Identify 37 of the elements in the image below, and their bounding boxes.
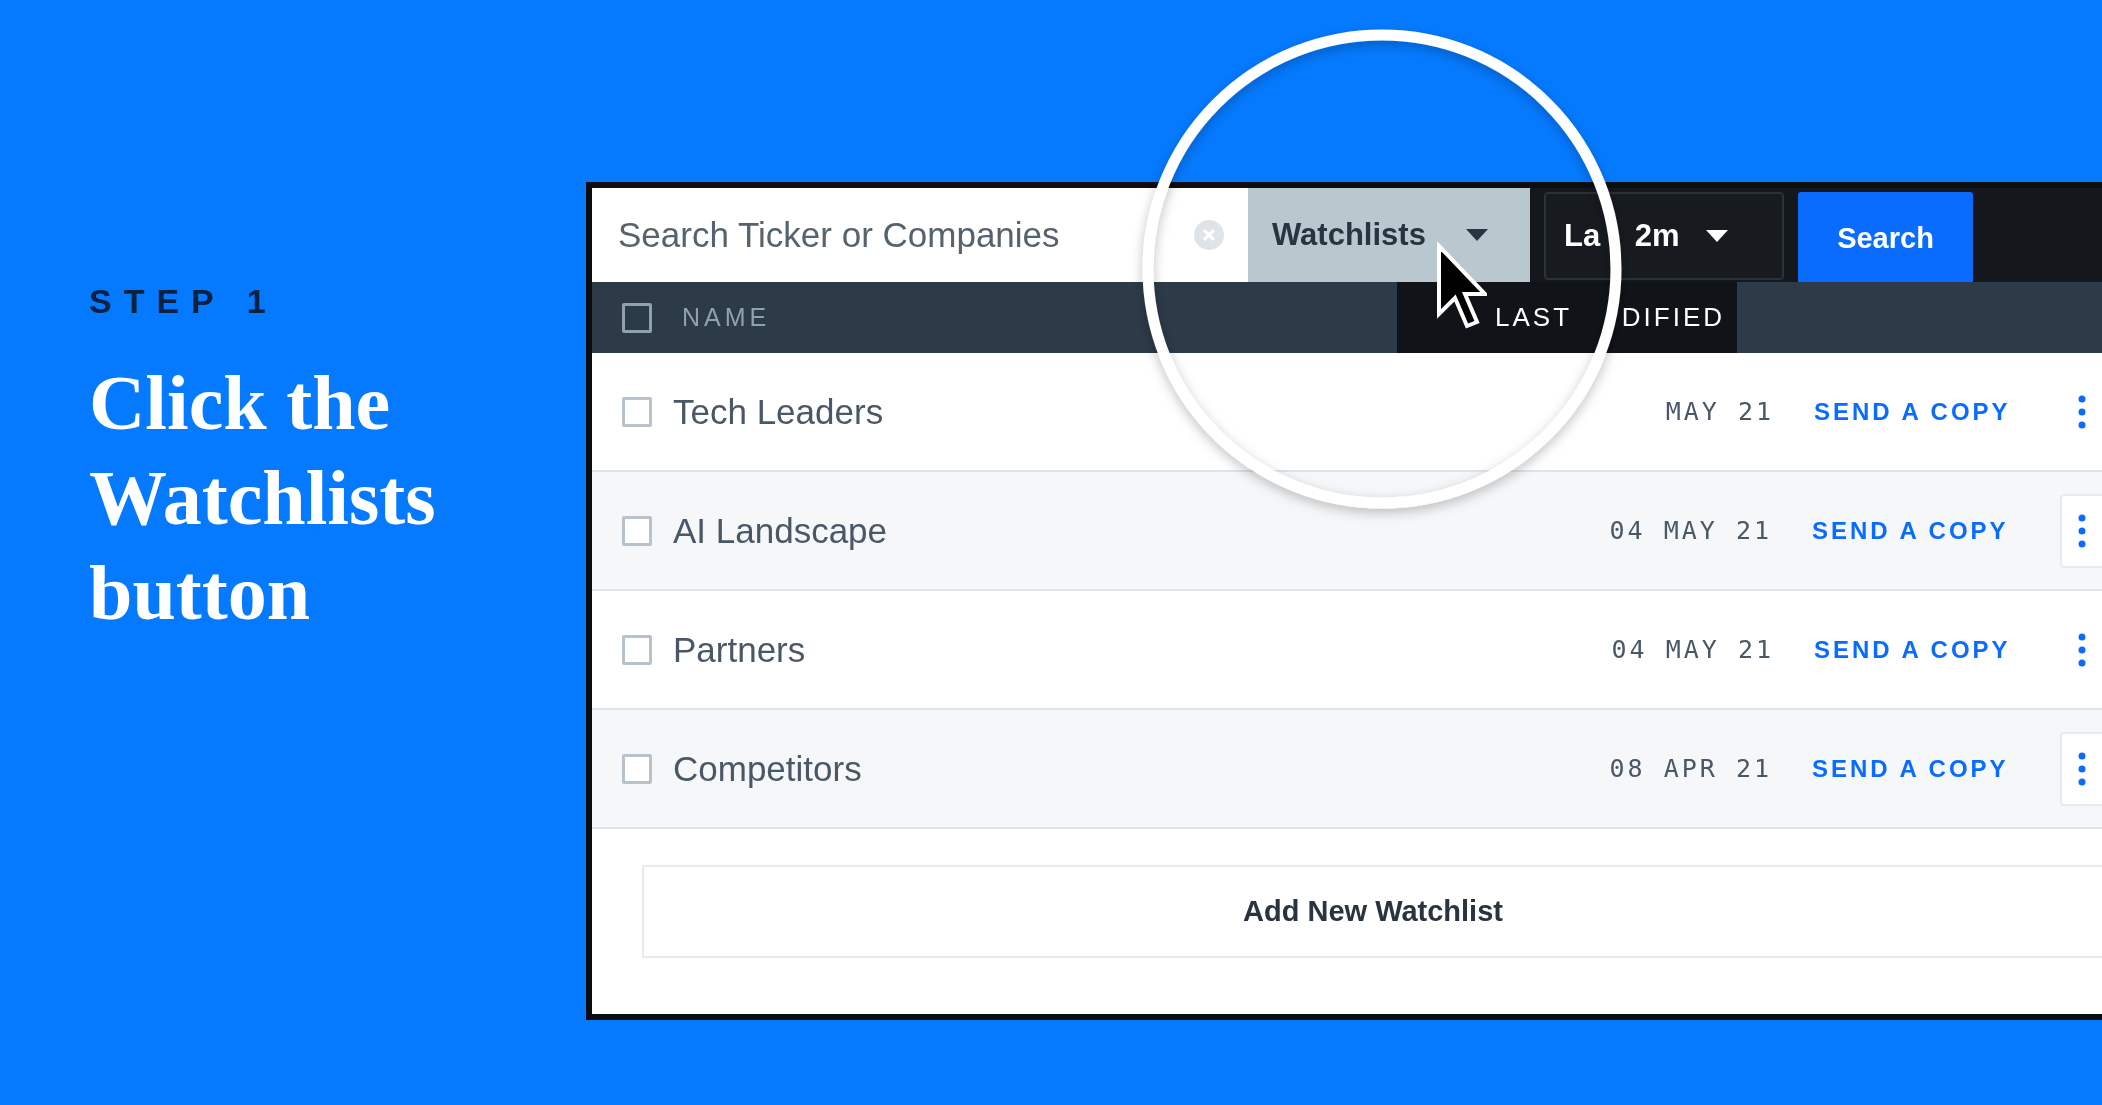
send-copy-link[interactable]: SEND A COPY xyxy=(1814,635,2062,664)
range-dropdown[interactable]: La 2m xyxy=(1544,192,1784,280)
checkbox[interactable] xyxy=(622,302,652,333)
table-row[interactable]: Competitors 08 APR 21 SEND A COPY xyxy=(592,710,2102,829)
send-copy-link[interactable]: SEND A COPY xyxy=(1812,516,2060,545)
column-header[interactable]: NAME xyxy=(682,303,771,332)
more-icon xyxy=(2078,632,2086,667)
search-button[interactable]: Search xyxy=(1798,192,1973,284)
heading: Click the Watchlists button xyxy=(89,358,437,638)
more-icon xyxy=(2078,751,2086,786)
date-cell-text: 08 APR 21 xyxy=(1608,754,1772,783)
watchlist-name: Tech Leaders xyxy=(673,391,885,432)
add-watchlist-button[interactable]: Add New Watchlist xyxy=(642,865,2102,958)
more-button[interactable] xyxy=(2060,731,2102,806)
watchlist-name: Partners xyxy=(673,629,807,670)
column-header[interactable]: LAST DIFIED xyxy=(1397,282,1737,353)
search-field[interactable]: Search Ticker or Companies xyxy=(592,188,1248,282)
watchlist-name: AI Landscape xyxy=(673,510,889,551)
caret-icon xyxy=(1705,230,1728,242)
more-icon xyxy=(2078,513,2086,548)
more-icon xyxy=(2078,394,2086,429)
date-cell-text: MAY 21 xyxy=(1664,397,1774,426)
step-label: STEP 1 xyxy=(89,282,279,321)
checkbox[interactable] xyxy=(622,634,652,665)
send-copy-link[interactable]: SEND A COPY xyxy=(1812,754,2060,783)
send-copy-link[interactable]: SEND A COPY xyxy=(1814,397,2062,426)
checkbox[interactable] xyxy=(622,753,652,784)
date-cell-text: 04 MAY 21 xyxy=(1608,516,1772,545)
more-button[interactable] xyxy=(2060,493,2102,568)
table-row[interactable]: AI Landscape 04 MAY 21 SEND A COPY xyxy=(592,472,2102,591)
date-cell-text: 04 MAY 21 xyxy=(1610,635,1774,664)
checkbox[interactable] xyxy=(622,396,652,427)
search-input[interactable]: Search Ticker or Companies xyxy=(616,214,1160,256)
watchlist-name: Competitors xyxy=(673,748,863,789)
checkbox[interactable] xyxy=(622,515,652,546)
watchlists-button[interactable]: Watchlists xyxy=(1248,188,1530,282)
cursor-icon xyxy=(1435,242,1487,330)
